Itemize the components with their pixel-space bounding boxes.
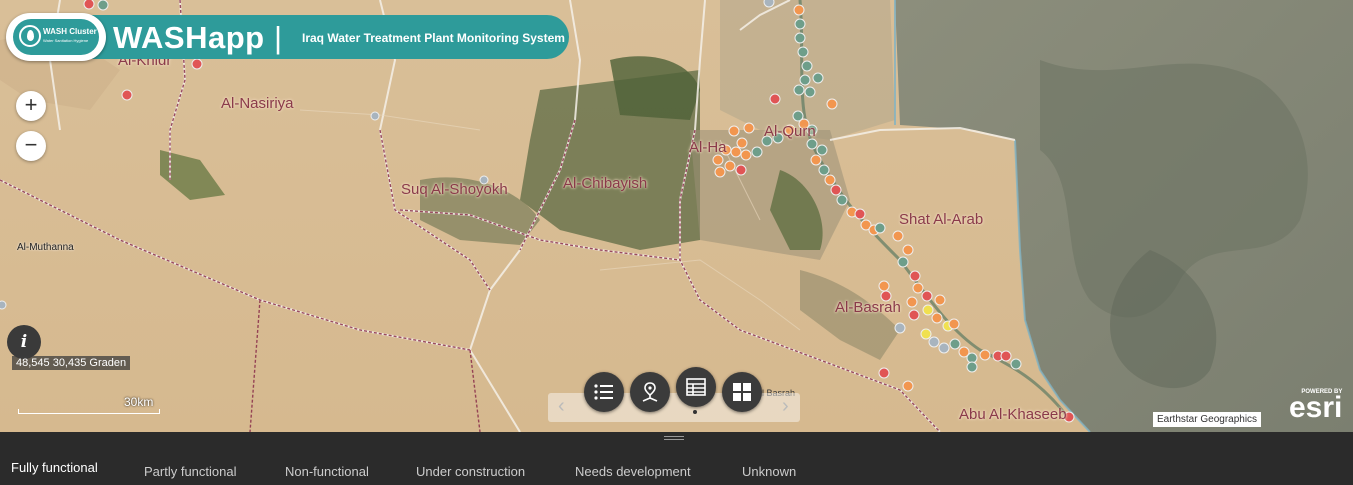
app-name: WASHapp: [113, 20, 265, 55]
place-label-al-qurna: Al-Qurn: [764, 123, 816, 140]
widget-prev-arrow[interactable]: ‹: [558, 395, 565, 418]
widget-next-arrow[interactable]: ›: [782, 395, 789, 418]
scale-bar: [18, 409, 160, 414]
panel-resize-handle[interactable]: [664, 436, 684, 440]
zoom-in-button[interactable]: +: [16, 91, 46, 121]
widget-page-indicator: [693, 410, 697, 414]
map-attribution: Earthstar Geographics: [1153, 412, 1262, 427]
place-label-al-basrah: Al-Basrah: [835, 299, 901, 316]
logo-title: WASH Cluster: [43, 27, 97, 36]
place-label-al-muthanna: Al-Muthanna: [17, 242, 74, 253]
logo-badge: WASH Cluster Water Sanitation Hygiene: [13, 19, 99, 55]
water-drop-icon: [19, 25, 41, 47]
map-pin-network-icon: [642, 382, 658, 402]
place-label-al-chibayish: Al-Chibayish: [563, 175, 648, 192]
tab-fully-functional[interactable]: Fully functional: [11, 460, 98, 475]
coordinate-readout: 48,545 30,435 Graden: [12, 356, 131, 370]
logo-subtitle: Water Sanitation Hygiene: [43, 38, 89, 43]
header-separator: |: [274, 20, 283, 55]
place-label-shat-al-arab: Shat Al-Arab: [899, 211, 984, 228]
status-filter-bar: Fully functional Partly functional Non-f…: [0, 432, 1353, 485]
place-label-al-nasiriya: Al-Nasiriya: [221, 95, 294, 112]
esri-logo-text: esri: [1289, 391, 1343, 424]
grid-icon: [733, 383, 751, 401]
esri-logo: POWERED BY esri: [1289, 389, 1342, 425]
map-view[interactable]: Al-Nasiriya Suq Al-Shoyokh Al-Chibayish …: [0, 0, 1353, 432]
place-label-al-hartha: Al-Ha: [689, 139, 727, 156]
scale-label: 30km: [124, 395, 154, 409]
grid-widget-button[interactable]: [722, 372, 762, 412]
list-icon: [594, 384, 613, 400]
nearby-widget-button[interactable]: [630, 372, 670, 412]
table-icon: [686, 378, 706, 396]
table-widget-button[interactable]: [676, 367, 716, 407]
wash-cluster-logo[interactable]: WASH Cluster Water Sanitation Hygiene: [6, 13, 106, 61]
zoom-out-button[interactable]: −: [16, 131, 46, 161]
app-header: WASHapp | Iraq Water Treatment Plant Mon…: [6, 13, 569, 61]
tab-partly-functional[interactable]: Partly functional: [144, 464, 237, 479]
map-basemap: [0, 0, 1353, 432]
info-button[interactable]: i: [7, 325, 41, 359]
tab-unknown[interactable]: Unknown: [742, 464, 796, 479]
tab-needs-development[interactable]: Needs development: [575, 464, 691, 479]
tab-under-construction[interactable]: Under construction: [416, 464, 525, 479]
legend-widget-button[interactable]: [584, 372, 624, 412]
place-label-suq-al-shoyokh: Suq Al-Shoyokh: [401, 181, 508, 198]
app-subtitle: Iraq Water Treatment Plant Monitoring Sy…: [302, 31, 565, 45]
place-label-abu-al-khaseeb: Abu Al-Khaseeb: [959, 406, 1067, 423]
header-banner: WASHapp | Iraq Water Treatment Plant Mon…: [66, 15, 569, 59]
tab-non-functional[interactable]: Non-functional: [285, 464, 369, 479]
